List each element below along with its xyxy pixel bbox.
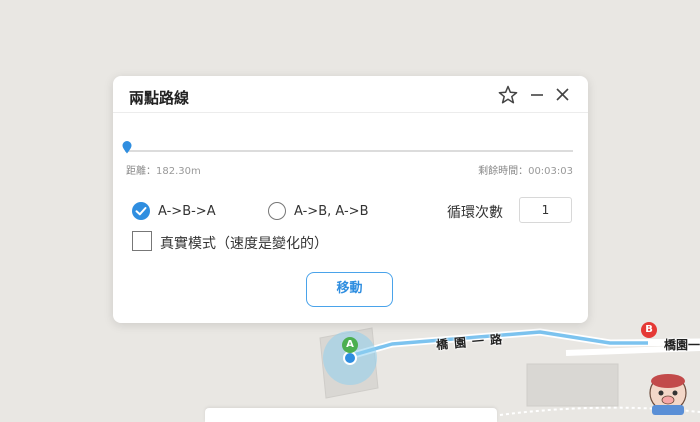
minimize-icon[interactable] bbox=[526, 84, 548, 106]
distance-info: 距離：182.30m bbox=[126, 162, 201, 177]
realistic-mode-label[interactable]: 真實模式（速度是變化的） bbox=[160, 233, 328, 253]
end-pin-b[interactable]: B bbox=[641, 322, 657, 338]
distance-label: 距離： bbox=[126, 166, 156, 177]
option-aba-label[interactable]: A->B->A bbox=[158, 204, 216, 219]
dialog-title: 兩點路線 bbox=[129, 89, 190, 107]
option-aba-radio[interactable] bbox=[132, 202, 150, 220]
map-building bbox=[526, 363, 619, 407]
start-pin-a[interactable]: A bbox=[342, 337, 358, 353]
realistic-mode-checkbox[interactable] bbox=[132, 231, 152, 251]
header-divider bbox=[113, 112, 588, 113]
star-icon[interactable] bbox=[497, 84, 519, 106]
progress-track[interactable] bbox=[125, 150, 573, 152]
remaining-time-label: 剩餘時間： bbox=[478, 166, 529, 177]
option-ab-ab-radio[interactable] bbox=[268, 202, 286, 220]
remaining-time-value: 00:03:03 bbox=[528, 166, 573, 177]
remaining-time-info: 剩餘時間：00:03:03 bbox=[478, 162, 573, 177]
two-point-route-dialog: 兩點路線 距離：182.30m 剩餘時間：00:03:03 A->B->A A-… bbox=[113, 76, 588, 323]
option-ab-ab-label[interactable]: A->B, A->B bbox=[294, 204, 368, 219]
move-button[interactable]: 移動 bbox=[306, 272, 393, 307]
road-label-2: 橋園一 bbox=[664, 338, 700, 352]
distance-value: 182.30m bbox=[156, 166, 201, 177]
loop-count-label: 循環次數 bbox=[447, 205, 503, 221]
close-icon[interactable] bbox=[551, 84, 573, 106]
user-location-dot bbox=[343, 351, 357, 365]
progress-handle[interactable] bbox=[122, 139, 132, 158]
loop-count-input[interactable]: 1 bbox=[519, 197, 572, 223]
